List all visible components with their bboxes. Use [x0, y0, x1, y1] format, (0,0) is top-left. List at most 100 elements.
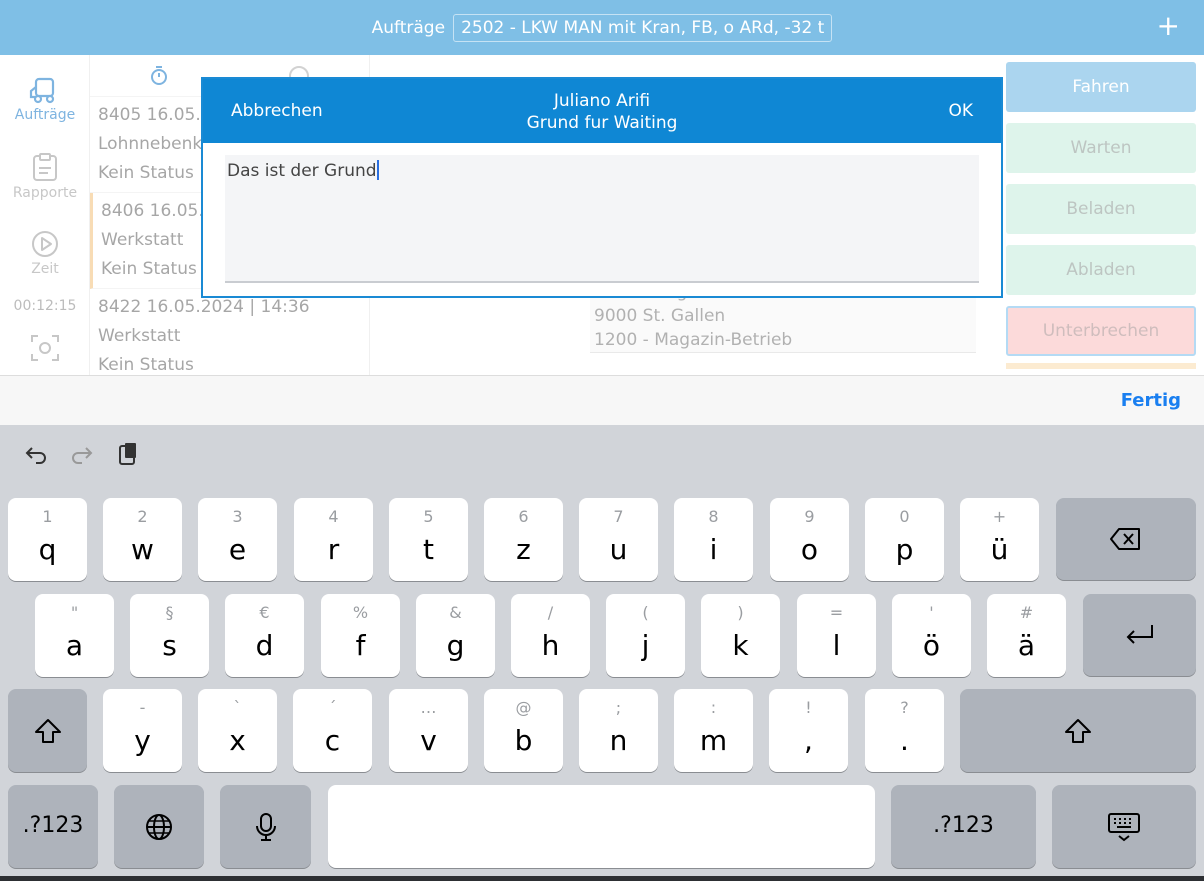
- key-b[interactable]: @ b: [484, 689, 563, 772]
- key-hint: 1: [42, 507, 53, 526]
- key-label: ,: [804, 724, 813, 757]
- key-ä[interactable]: # ä: [987, 594, 1066, 677]
- key-m[interactable]: :m: [674, 689, 753, 772]
- keyboard-accessory-bar: Fertig: [0, 375, 1204, 425]
- key-hint: !: [805, 698, 812, 717]
- key-o[interactable]: 9o: [770, 498, 849, 581]
- key-.[interactable]: ?.: [865, 689, 944, 772]
- key-label: m: [699, 724, 728, 757]
- key-x[interactable]: ` x: [198, 689, 277, 772]
- key-v[interactable]: … v: [389, 689, 468, 772]
- key-d[interactable]: € d: [225, 594, 304, 677]
- key-label: b: [514, 724, 533, 757]
- ok-button[interactable]: OK: [948, 101, 973, 121]
- key-label: a: [65, 629, 84, 662]
- numbers-key-right[interactable]: .?123: [891, 785, 1036, 868]
- done-button[interactable]: Fertig: [1121, 390, 1181, 411]
- undo-icon[interactable]: [22, 440, 50, 468]
- key-hint: ": [70, 603, 79, 622]
- key-label: q: [38, 533, 57, 566]
- home-indicator-bar: [0, 876, 1204, 881]
- dialog-header: Abbrechen Juliano Arifi Grund fur Waitin…: [203, 79, 1001, 143]
- key-hint: 8: [708, 507, 719, 526]
- key-i[interactable]: 8i: [674, 498, 753, 581]
- key-hint: ´: [328, 698, 337, 717]
- key-hint: #: [1019, 603, 1034, 622]
- key-g[interactable]: & g: [416, 594, 495, 677]
- key-hint: +: [992, 507, 1007, 526]
- dictation-key[interactable]: [220, 785, 311, 868]
- numbers-key[interactable]: .?123: [8, 785, 98, 868]
- backspace-key[interactable]: [1056, 498, 1196, 580]
- vehicle-select[interactable]: 2502 - LKW MAN mit Kran, FB, o ARd, -32 …: [453, 13, 833, 42]
- page-title: Aufträge: [371, 17, 446, 38]
- redo-icon[interactable]: [68, 440, 96, 468]
- key-label: c: [324, 724, 341, 757]
- key-s[interactable]: § s: [130, 594, 209, 677]
- space-key[interactable]: [328, 785, 875, 868]
- key-label: s: [162, 629, 177, 662]
- key-u[interactable]: 7u: [579, 498, 658, 581]
- add-button[interactable]: +: [1157, 12, 1180, 40]
- key-hint: /: [547, 603, 554, 622]
- key-label: o: [800, 533, 819, 566]
- key-hint: %: [352, 603, 369, 622]
- key-hint: 0: [899, 507, 910, 526]
- key-label: j: [641, 629, 650, 662]
- key-y[interactable]: -y: [103, 689, 182, 772]
- key-label: g: [446, 629, 465, 662]
- key-label: z: [516, 533, 531, 566]
- key-c[interactable]: ´ c: [293, 689, 372, 772]
- key-a[interactable]: " a: [35, 594, 114, 677]
- shift-key-left[interactable]: [8, 689, 87, 772]
- key-k[interactable]: ) k: [701, 594, 780, 677]
- microphone-icon: [255, 812, 276, 841]
- key-r[interactable]: 4r: [294, 498, 373, 581]
- key-l[interactable]: = l: [797, 594, 876, 677]
- key-label: i: [709, 533, 718, 566]
- key-label: w: [131, 533, 154, 566]
- paste-icon[interactable]: [114, 440, 142, 468]
- key-hint: 4: [328, 507, 339, 526]
- globe-key[interactable]: [114, 785, 204, 868]
- key-ö[interactable]: ' ö: [892, 594, 971, 677]
- key-label: h: [541, 629, 560, 662]
- shift-key-right[interactable]: [960, 689, 1196, 772]
- key-t[interactable]: 5t: [389, 498, 468, 581]
- key-hint: (: [642, 603, 649, 622]
- keyboard: 1 q 2 w 3 e 4 r 5 t 6 z 7 u 8 i 9 o 0 p + ü " a § s € d% f & g / h(j) k = l…: [0, 425, 1204, 881]
- key-q[interactable]: 1q: [8, 498, 87, 581]
- key-w[interactable]: 2w: [103, 498, 182, 581]
- key-label: l: [832, 629, 841, 662]
- key-label: y: [134, 724, 151, 757]
- text-caret: [376, 160, 379, 180]
- key-ü[interactable]: + ü: [960, 498, 1039, 581]
- key-n[interactable]: ; n: [579, 689, 658, 772]
- key-z[interactable]: 6z: [484, 498, 563, 581]
- key-hint: 7: [613, 507, 624, 526]
- key-hint: €: [259, 603, 270, 622]
- key-label: v: [420, 724, 437, 757]
- key-e[interactable]: 3e: [198, 498, 277, 581]
- key-label: k: [732, 629, 749, 662]
- key-label: .: [900, 724, 909, 757]
- return-key[interactable]: [1083, 594, 1196, 676]
- key-hint: ;: [615, 698, 622, 717]
- key-p[interactable]: 0p: [865, 498, 944, 581]
- dialog-subtitle: Grund fur Waiting: [526, 113, 678, 133]
- key-j[interactable]: (j: [606, 594, 685, 677]
- key-,[interactable]: !,: [769, 689, 848, 772]
- top-bar: Aufträge 2502 - LKW MAN mit Kran, FB, o …: [0, 0, 1204, 55]
- shift-icon: [1065, 718, 1091, 743]
- key-label: r: [327, 533, 340, 566]
- key-label: n: [609, 724, 628, 757]
- key-hint: &: [449, 603, 462, 622]
- key-f[interactable]: % f: [321, 594, 400, 677]
- keyboard-hide-icon: [1108, 812, 1140, 841]
- key-label: t: [423, 533, 434, 566]
- key-h[interactable]: / h: [511, 594, 590, 677]
- key-label: ä: [1017, 629, 1036, 662]
- key-hint: ): [737, 603, 744, 622]
- reason-textarea[interactable]: Das ist der Grund: [225, 155, 979, 283]
- hide-keyboard-key[interactable]: [1052, 785, 1196, 868]
